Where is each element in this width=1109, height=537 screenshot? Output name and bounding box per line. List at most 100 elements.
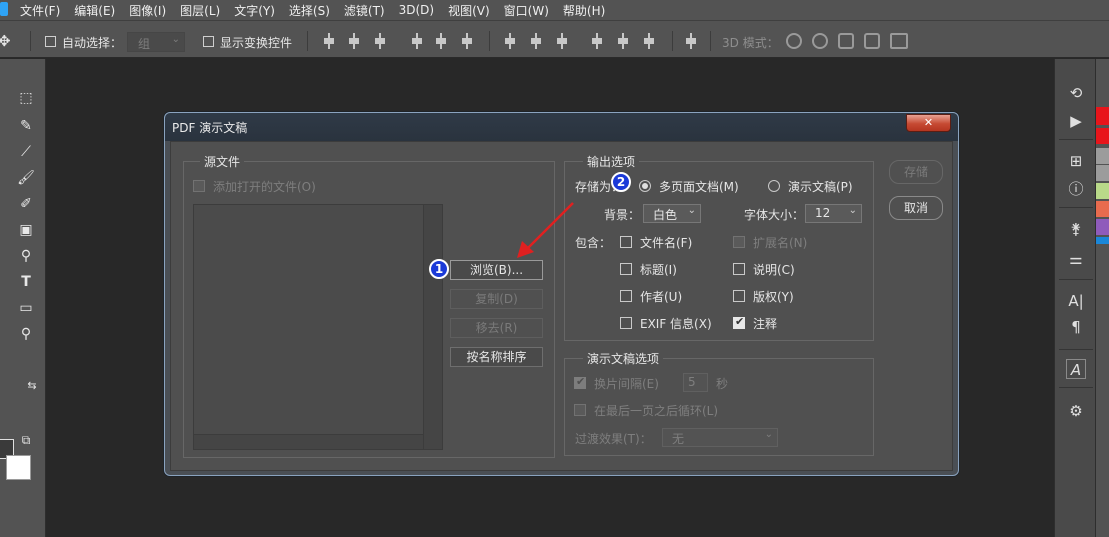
adjustments-icon[interactable]: ⚌	[1066, 249, 1086, 269]
duplicate-button[interactable]: 复制(D)	[450, 289, 543, 309]
distribute-bottom-icon[interactable]	[555, 33, 569, 49]
cancel-button[interactable]: 取消	[889, 196, 943, 220]
align-right-icon[interactable]	[460, 33, 474, 49]
presentation-radio[interactable]	[768, 180, 780, 192]
file-list-horizontal-scrollbar[interactable]	[194, 434, 423, 449]
presentation-options-group: 演示文稿选项 换片间隔(E) 5 秒 在最后一页之后循环(L) 过渡效果(T)：…	[564, 350, 874, 456]
zoom-tool-icon[interactable]: ⚲	[16, 325, 36, 343]
multipage-radio[interactable]	[639, 180, 651, 192]
copyright-checkbox[interactable]	[733, 290, 745, 302]
menu-filter[interactable]: 滤镜(T)	[344, 2, 385, 19]
3d-drag-icon[interactable]	[838, 33, 854, 49]
menu-3d[interactable]: 3D(D)	[399, 3, 434, 17]
align-top-icon[interactable]	[322, 33, 336, 49]
swatch-gray-2[interactable]	[1096, 165, 1109, 181]
description-checkbox[interactable]	[733, 263, 745, 275]
info-icon[interactable]: ⓘ	[1066, 179, 1086, 199]
presentation-options-title: 演示文稿选项	[583, 350, 664, 367]
rectangle-tool-icon[interactable]: ▭	[16, 299, 36, 317]
separator	[1059, 207, 1093, 208]
align-left-icon[interactable]	[410, 33, 424, 49]
history-icon[interactable]: ⟲	[1066, 83, 1086, 103]
author-checkbox[interactable]	[620, 290, 632, 302]
remove-button[interactable]: 移去(R)	[450, 318, 543, 338]
auto-align-icon[interactable]	[684, 33, 698, 49]
browse-button[interactable]: 浏览(B)...	[450, 260, 543, 280]
swatch-purple[interactable]	[1096, 219, 1109, 235]
transition-select[interactable]: 无 ⌄	[662, 428, 778, 447]
auto-select-dropdown[interactable]: 组 ⌄	[127, 32, 185, 52]
source-file-list[interactable]	[193, 204, 443, 450]
screen-mode-icon[interactable]: ⧉	[16, 431, 36, 449]
filename-checkbox[interactable]	[620, 236, 632, 248]
distribute-top-icon[interactable]	[503, 33, 517, 49]
swatch-red[interactable]	[1096, 107, 1109, 125]
notes-label: 注释	[753, 317, 778, 331]
notes-checkbox[interactable]	[733, 315, 745, 329]
menu-file[interactable]: 文件(F)	[20, 2, 60, 19]
menu-type[interactable]: 文字(Y)	[234, 2, 275, 19]
distribute-right-icon[interactable]	[642, 33, 656, 49]
file-list-vertical-scrollbar[interactable]	[423, 205, 442, 449]
add-open-files-checkbox[interactable]	[193, 180, 205, 192]
glyphs-icon[interactable]: A	[1066, 359, 1086, 379]
align-hcenter-icon[interactable]	[434, 33, 448, 49]
distribute-left-icon[interactable]	[590, 33, 604, 49]
quick-select-tool-icon[interactable]: ✎	[16, 117, 36, 135]
type-tool-icon[interactable]: T	[16, 273, 36, 291]
gradient-tool-icon[interactable]: ▣	[16, 221, 36, 239]
loop-checkbox[interactable]	[574, 404, 586, 416]
auto-select-checkbox[interactable]	[45, 36, 56, 47]
include-label: 包含：	[575, 236, 612, 250]
swap-colors-icon[interactable]: ⇆	[22, 377, 42, 395]
menu-window[interactable]: 窗口(W)	[504, 2, 549, 19]
swatch-gray[interactable]	[1096, 148, 1109, 164]
dialog-title: PDF 演示文稿	[172, 121, 248, 135]
character-icon[interactable]: A|	[1066, 291, 1086, 311]
align-bottom-icon[interactable]	[373, 33, 387, 49]
actions-play-icon[interactable]: ▶	[1066, 111, 1086, 131]
close-button[interactable]: ✕	[906, 114, 951, 132]
marquee-tool-icon[interactable]: ⬚	[16, 89, 36, 107]
3d-roll-icon[interactable]	[812, 33, 828, 49]
align-vcenter-icon[interactable]	[347, 33, 361, 49]
3d-rotate-icon[interactable]	[786, 33, 802, 49]
menu-layer[interactable]: 图层(L)	[180, 2, 220, 19]
layer-comps-icon[interactable]: ⚙	[1066, 401, 1086, 421]
extension-checkbox[interactable]	[733, 236, 745, 248]
brush-presets-icon[interactable]: ⚵	[1066, 219, 1086, 239]
brush-tool-icon[interactable]: 🖌	[16, 169, 36, 187]
dodge-tool-icon[interactable]: ⚲	[16, 247, 36, 265]
distribute-vcenter-icon[interactable]	[529, 33, 543, 49]
move-tool-icon[interactable]: ✥	[0, 32, 11, 50]
3d-camera-icon[interactable]	[890, 33, 908, 49]
menu-view[interactable]: 视图(V)	[448, 2, 490, 19]
background-select[interactable]: 白色 ⌄	[643, 204, 701, 223]
swatch-orange[interactable]	[1096, 201, 1109, 217]
swatch-red-2[interactable]	[1096, 128, 1109, 144]
menu-edit[interactable]: 编辑(E)	[74, 2, 115, 19]
title-checkbox[interactable]	[620, 263, 632, 275]
font-size-select[interactable]: 12 ⌄	[805, 204, 862, 223]
distribute-hcenter-icon[interactable]	[616, 33, 630, 49]
menu-help[interactable]: 帮助(H)	[563, 2, 605, 19]
exif-checkbox[interactable]	[620, 317, 632, 329]
panel-icon-strip: ⟲ ▶ ⊞ ⓘ ⚵ ⚌ A| ¶ A ⚙	[1054, 59, 1096, 537]
save-button[interactable]: 存储	[889, 160, 943, 184]
paragraph-icon[interactable]: ¶	[1066, 317, 1086, 337]
background-color-swatch[interactable]	[6, 455, 31, 480]
eyedropper-tool-icon[interactable]: ⟋	[16, 143, 36, 161]
menu-image[interactable]: 图像(I)	[129, 2, 166, 19]
swatch-green[interactable]	[1096, 183, 1109, 199]
3d-slide-icon[interactable]	[864, 33, 880, 49]
advance-seconds-input[interactable]: 5	[683, 373, 708, 392]
sort-by-name-button[interactable]: 按名称排序	[450, 347, 543, 367]
options-bar: ✥ 自动选择： 组 ⌄ 显示变换控件 3D 模式：	[0, 20, 1109, 58]
menu-select[interactable]: 选择(S)	[289, 2, 330, 19]
dialog-body: 源文件 添加打开的文件(O) 浏览(B)... 复制(D) 移去(R) 按名称排…	[170, 141, 953, 471]
properties-icon[interactable]: ⊞	[1066, 151, 1086, 171]
show-transform-checkbox[interactable]	[203, 36, 214, 47]
clone-stamp-tool-icon[interactable]: ✐	[16, 195, 36, 213]
advance-every-checkbox[interactable]	[574, 375, 586, 389]
swatch-blue[interactable]	[1096, 237, 1109, 244]
